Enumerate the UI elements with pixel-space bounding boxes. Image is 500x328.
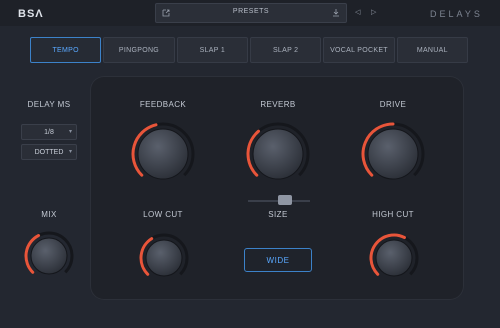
tab-manual[interactable]: MANUAL	[396, 37, 468, 63]
tab-slap-1[interactable]: SLAP 1	[176, 37, 248, 63]
drive-label: DRIVE	[379, 100, 407, 109]
delay-ms-label: DELAY MS	[27, 100, 71, 109]
delay-division-dropdown[interactable]: 1/8 ▾	[21, 124, 77, 140]
size-label: SIZE	[268, 210, 288, 219]
tab-vocal-pocket[interactable]: VOCAL POCKET	[323, 37, 395, 63]
preset-label: PRESETS	[232, 8, 270, 15]
low-cut-knob[interactable]	[139, 233, 189, 288]
previous-preset-icon[interactable]: ◁	[355, 8, 360, 16]
wide-button[interactable]: WIDE	[244, 248, 312, 272]
reverb-label: REVERB	[260, 100, 296, 109]
tab-slap-2[interactable]: SLAP 2	[249, 37, 322, 63]
mix-label: MIX	[41, 210, 57, 219]
feedback-knob[interactable]	[131, 122, 195, 191]
high-cut-knob[interactable]	[369, 233, 419, 288]
chevron-down-icon: ▾	[68, 149, 72, 155]
preset-tabs: TEMPO PINGPONG SLAP 1 SLAP 2 VOCAL POCKE…	[30, 37, 468, 63]
mix-knob[interactable]	[24, 231, 74, 286]
chevron-down-icon: ▾	[68, 129, 72, 135]
tab-pingpong[interactable]: PINGPONG	[103, 37, 175, 63]
reverb-knob[interactable]	[246, 122, 310, 191]
size-slider-handle[interactable]	[278, 195, 292, 205]
delay-mode-dropdown[interactable]: DOTTED ▾	[21, 144, 77, 160]
logo: BSΛ	[18, 8, 44, 20]
brand-label: DELAYS	[430, 9, 483, 19]
low-cut-label: LOW CUT	[143, 210, 183, 219]
delay-mode-value: DOTTED	[34, 148, 64, 156]
preset-selector[interactable]: PRESETS	[155, 3, 347, 23]
high-cut-label: HIGH CUT	[372, 210, 414, 219]
feedback-label: FEEDBACK	[139, 100, 187, 109]
tab-tempo[interactable]: TEMPO	[30, 37, 102, 63]
delay-division-value: 1/8	[44, 128, 54, 136]
next-preset-icon[interactable]: ▷	[371, 8, 376, 16]
download-icon[interactable]	[332, 9, 340, 19]
drive-knob[interactable]	[361, 122, 425, 191]
top-bar: BSΛ PRESETS ◁ ▷ DELAYS	[0, 0, 500, 26]
